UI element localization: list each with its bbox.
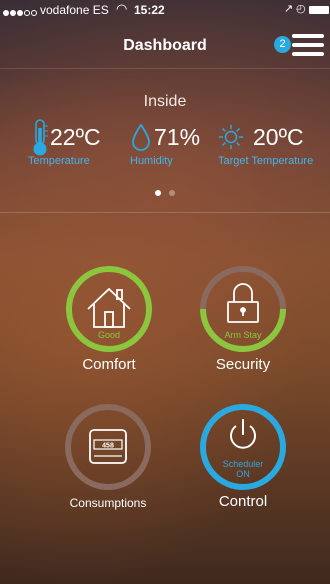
consumptions-ring: 458	[65, 404, 151, 490]
alarm-clock-icon: ◴	[296, 3, 306, 15]
consumptions-label: Consumptions	[69, 496, 147, 510]
page-dot-2[interactable]	[169, 190, 175, 196]
security-label: Security	[215, 356, 271, 373]
control-tile[interactable]: Scheduler ON Control	[198, 402, 288, 522]
humidity-label: Humidity	[130, 155, 173, 167]
temperature-label: Temperature	[28, 155, 90, 167]
section-divider	[0, 212, 330, 213]
power-icon	[230, 419, 256, 449]
signal-strength-icon	[3, 5, 38, 19]
house-icon	[87, 287, 131, 328]
notification-badge[interactable]: 2	[274, 36, 291, 53]
battery-icon	[309, 6, 329, 14]
humidity-value: 71%	[154, 124, 201, 150]
menu-icon[interactable]	[292, 34, 324, 56]
target-temperature-label: Target Temperature	[218, 155, 314, 167]
page-dot-1[interactable]	[155, 190, 161, 196]
comfort-label: Comfort	[82, 356, 136, 373]
meter-reading: 458	[102, 443, 114, 450]
carrier-name: vodafone ES	[40, 3, 109, 17]
sun-icon	[219, 125, 243, 149]
security-status: Arm Stay	[224, 330, 262, 340]
wifi-icon: ◠	[116, 1, 128, 16]
control-status-line1: Scheduler	[222, 459, 264, 469]
target-temperature-value: 20ºC	[253, 124, 304, 150]
water-drop-icon	[132, 123, 150, 151]
comfort-ring	[66, 266, 152, 352]
inside-heading: Inside	[143, 93, 187, 110]
location-arrow-icon: ↗	[284, 3, 294, 15]
comfort-status: Good	[97, 330, 121, 340]
meter-icon: 458	[89, 429, 127, 464]
security-ring	[200, 266, 286, 352]
padlock-icon	[227, 283, 259, 323]
temperature-value: 22ºC	[50, 124, 101, 150]
control-label: Control	[218, 493, 268, 510]
nav-bar: Dashboard 2	[0, 20, 330, 69]
control-status-line2: ON	[236, 469, 250, 479]
security-tile[interactable]: Arm Stay Security	[198, 264, 288, 384]
comfort-tile[interactable]: Good Comfort	[64, 264, 154, 384]
consumptions-tile[interactable]: 458 Consumptions	[63, 402, 153, 522]
page-indicator[interactable]	[0, 183, 330, 201]
status-bar: vodafone ES ◠ 15:22 ↗ ◴	[0, 0, 330, 20]
thermometer-icon	[33, 119, 48, 156]
status-time: 15:22	[134, 3, 165, 17]
